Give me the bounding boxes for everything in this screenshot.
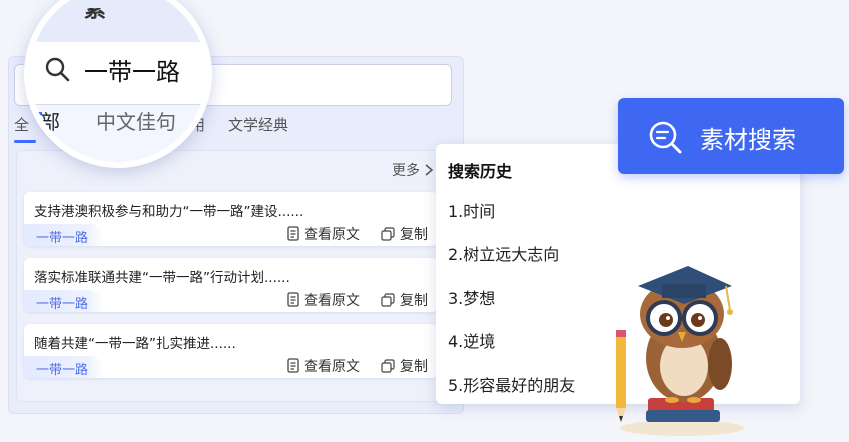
copy-label: 复制 — [400, 359, 428, 375]
history-item[interactable]: 1.时间 — [448, 198, 495, 222]
tab-literary-classics[interactable]: 文学经典 — [228, 114, 288, 135]
result-tag-label: 一带一路 — [36, 363, 89, 378]
result-card-1: 支持港澳积极参与和助力“一带一路”建设...... 一带一路 查看原文 复制 — [24, 192, 438, 246]
history-item[interactable]: 2.树立远大志向 — [448, 241, 559, 265]
owl-mascot-icon — [616, 266, 744, 436]
result-text: 落实标准联通共建“一带一路”行动计划...... — [34, 270, 290, 286]
material-search-icon — [649, 121, 682, 154]
history-item[interactable]: 4.逆境 — [448, 328, 495, 352]
search-icon — [45, 57, 70, 82]
copy-icon — [381, 359, 395, 373]
result-tag: 一带一路 — [24, 356, 104, 378]
result-tag: 一带一路 — [24, 224, 104, 246]
copy-label: 复制 — [400, 227, 428, 243]
lens-tab-all[interactable]: 部 — [40, 106, 60, 135]
more-label: 更多 — [392, 163, 420, 179]
document-icon — [287, 358, 299, 373]
copy-label: 复制 — [400, 293, 428, 309]
history-item[interactable]: 3.梦想 — [448, 285, 495, 309]
copy-icon — [381, 227, 395, 241]
lens-header-strip — [30, 0, 206, 42]
result-tag-label: 一带一路 — [36, 231, 89, 246]
view-original-button[interactable]: 查看原文 — [286, 290, 360, 310]
lens-tab-chinese-sentences[interactable]: 中文佳句 — [96, 106, 176, 135]
result-card-2: 落实标准联通共建“一带一路”行动计划...... 一带一路 查看原文 复制 — [24, 258, 438, 312]
lens-search-query: 一带一路 — [84, 58, 180, 86]
chevron-right-icon — [425, 164, 434, 176]
view-original-label: 查看原文 — [304, 359, 360, 375]
document-icon — [287, 292, 299, 307]
result-card-3: 随着共建“一带一路”扎实推进...... 一带一路 查看原文 复制 — [24, 324, 438, 378]
result-tag: 一带一路 — [24, 290, 104, 312]
view-original-button[interactable]: 查看原文 — [286, 224, 360, 244]
copy-button[interactable]: 复制 — [380, 356, 428, 376]
view-original-label: 查看原文 — [304, 293, 360, 309]
material-search-button[interactable]: 素材搜索 — [618, 98, 844, 174]
copy-icon — [381, 293, 395, 307]
result-text: 支持港澳积极参与和助力“一带一路”建设...... — [34, 204, 304, 220]
search-history-title: 搜索历史 — [448, 162, 513, 181]
tab-active-underline — [14, 140, 36, 143]
view-original-label: 查看原文 — [304, 227, 360, 243]
copy-button[interactable]: 复制 — [380, 224, 428, 244]
result-tag-label: 一带一路 — [36, 297, 89, 312]
result-text: 随着共建“一带一路”扎实推进...... — [34, 336, 236, 352]
history-item[interactable]: 5.形容最好的朋友 — [448, 372, 575, 396]
view-original-button[interactable]: 查看原文 — [286, 356, 360, 376]
copy-button[interactable]: 复制 — [380, 290, 428, 310]
document-icon — [287, 226, 299, 241]
material-search-label: 素材搜索 — [700, 126, 796, 154]
tab-all-partial[interactable]: 全 — [14, 114, 29, 135]
more-link[interactable]: 更多 — [392, 160, 434, 180]
